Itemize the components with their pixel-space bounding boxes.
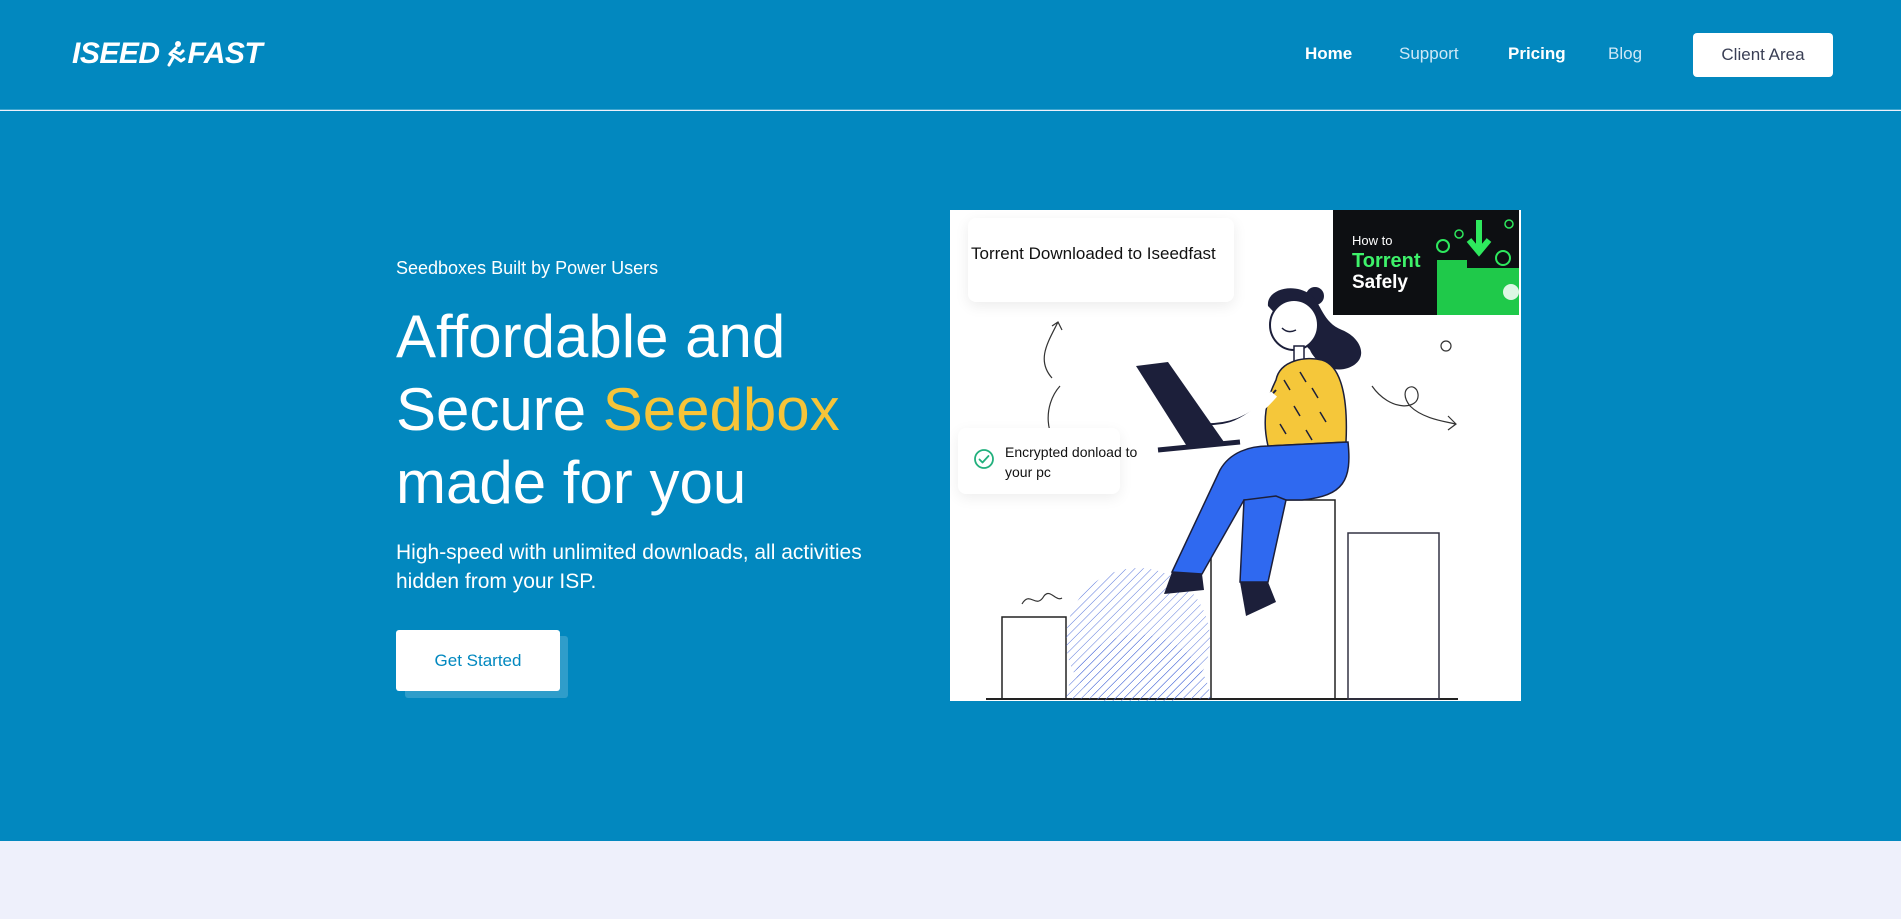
headline-accent: Seedbox xyxy=(602,376,840,443)
get-started-button[interactable]: Get Started xyxy=(396,630,560,691)
encrypted-download-card: Encrypted donload to your pc xyxy=(958,428,1137,494)
torrent-downloaded-text: Torrent Downloaded to Iseedfast xyxy=(971,244,1216,263)
encrypted-download-text: Encrypted donload to your pc xyxy=(1005,444,1138,480)
nav-home[interactable]: Home xyxy=(1305,42,1352,66)
torrent-downloaded-card: Torrent Downloaded to Iseedfast xyxy=(968,218,1234,302)
next-section xyxy=(0,841,1901,919)
check-circle-icon xyxy=(974,449,994,469)
headline-line-2-prefix: Secure xyxy=(396,376,603,443)
nav-support[interactable]: Support xyxy=(1399,42,1459,66)
site-logo[interactable]: ISEED FAST xyxy=(72,36,263,72)
hero-illustration: Torrent Downloaded to Iseedfast Encrypte… xyxy=(950,210,1521,701)
top-navbar: ISEED FAST Home Support Pricing Blog Cli… xyxy=(0,0,1901,110)
nav-pricing[interactable]: Pricing xyxy=(1508,42,1566,66)
thumb-line-3: Safely xyxy=(1352,272,1408,293)
how-to-torrent-thumbnail[interactable]: How to Torrent Safely xyxy=(1333,210,1519,315)
headline-line-3: made for you xyxy=(396,449,747,516)
thumb-line-1: How to xyxy=(1352,233,1393,248)
logo-text-left: ISEED xyxy=(72,37,160,70)
client-area-button[interactable]: Client Area xyxy=(1693,33,1833,77)
headline-line-1: Affordable and xyxy=(396,303,786,370)
nav-blog[interactable]: Blog xyxy=(1608,42,1642,66)
hero-subhead: High-speed with unlimited downloads, all… xyxy=(396,541,862,593)
hero-headline: Affordable and Secure Seedbox made for y… xyxy=(396,300,916,519)
thumb-line-2: Torrent xyxy=(1352,250,1421,272)
runner-logo-icon xyxy=(167,41,186,67)
logo-text-right: FAST xyxy=(187,37,263,70)
hero-eyebrow: Seedboxes Built by Power Users xyxy=(396,258,659,278)
